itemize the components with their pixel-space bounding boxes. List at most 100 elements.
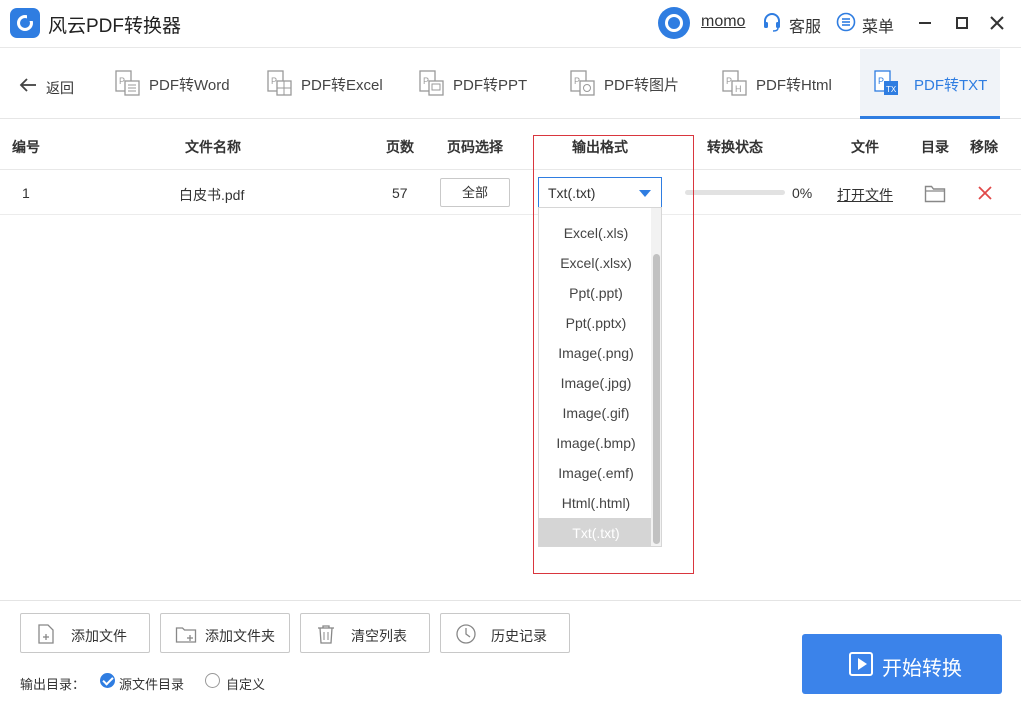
svg-text:H: H [735, 84, 742, 94]
history-button[interactable]: 历史记录 [440, 613, 570, 653]
conversion-nav: 返回 P PDF转Word P PDF转Excel P PDF转PPT P PD… [0, 49, 1021, 119]
pdf-to-image-icon: P [570, 70, 595, 96]
svg-text:P: P [271, 76, 277, 86]
radio-custom-directory[interactable] [205, 673, 220, 688]
dropdown-option[interactable]: Image(.gif) [539, 398, 653, 428]
minimize-icon[interactable] [914, 12, 936, 34]
tab-pdf-to-excel[interactable]: P PDF转Excel [267, 49, 392, 119]
tab-label: PDF转图片 [604, 77, 680, 94]
pdf-to-excel-icon: P [267, 70, 292, 96]
app-logo-icon [10, 8, 40, 38]
column-header-page-range: 页码选择 [447, 139, 503, 155]
play-icon [849, 652, 873, 676]
maximize-icon[interactable] [951, 12, 973, 34]
back-label: 返回 [46, 80, 74, 96]
start-conversion-button[interactable]: 开始转换 [802, 634, 1002, 694]
tab-pdf-to-html[interactable]: P H PDF转Html [722, 49, 842, 119]
column-header-filename: 文件名称 [185, 139, 241, 155]
tab-label: PDF转Html [756, 77, 832, 94]
dropdown-option[interactable]: Image(.emf) [539, 458, 653, 488]
row-pages: 57 [392, 185, 408, 201]
format-dropdown-list[interactable]: ····· Excel(.xls) Excel(.xlsx) Ppt(.ppt)… [538, 207, 662, 547]
pdf-to-word-icon: P [115, 70, 140, 96]
remove-icon[interactable] [976, 184, 994, 202]
close-icon[interactable] [986, 12, 1008, 34]
table-row: 1 白皮书.pdf 57 全部 Txt(.txt) 0% 打开文件 [0, 171, 1021, 215]
tab-label: PDF转TXT [914, 77, 988, 94]
add-folder-icon [175, 627, 197, 643]
tab-pdf-to-ppt[interactable]: P PDF转PPT [419, 49, 539, 119]
folder-icon[interactable] [924, 183, 946, 203]
trash-icon [318, 625, 334, 644]
menu-button[interactable]: 菜单 [862, 13, 894, 37]
file-table-header: 编号 文件名称 页数 页码选择 输出格式 转换状态 文件 目录 移除 [0, 120, 1021, 170]
page-range-button[interactable]: 全部 [440, 178, 510, 207]
progress-percent: 0% [792, 185, 813, 201]
dropdown-option[interactable]: Ppt(.ppt) [539, 278, 653, 308]
column-header-pages: 页数 [386, 139, 414, 155]
tab-label: PDF转PPT [453, 77, 528, 94]
dropdown-option[interactable]: Excel(.xlsx) [539, 248, 653, 278]
dropdown-scrollbar[interactable] [651, 208, 661, 546]
dropdown-scroll-thumb[interactable] [653, 254, 660, 544]
dropdown-option-selected[interactable]: Txt(.txt) [539, 518, 653, 546]
user-name-link[interactable]: momo [701, 13, 745, 31]
app-title: 风云PDF转换器 [48, 16, 182, 37]
dropdown-option-partial-text: ····· [585, 208, 607, 211]
dropdown-option[interactable]: Html(.html) [539, 488, 653, 518]
service-button[interactable]: 客服 [789, 13, 821, 37]
tab-label: PDF转Word [149, 77, 230, 94]
clock-icon [456, 624, 476, 644]
column-header-status: 转换状态 [707, 139, 763, 155]
dropdown-option[interactable]: Ppt(.pptx) [539, 308, 653, 338]
caret-down-icon [639, 190, 651, 197]
open-file-link[interactable]: 打开文件 [837, 185, 893, 205]
add-file-label: 添加文件 [71, 628, 127, 644]
tab-pdf-to-word[interactable]: P PDF转Word [115, 49, 240, 119]
column-header-remove: 移除 [970, 139, 998, 155]
pdf-to-html-icon: P H [722, 70, 747, 96]
svg-text:P: P [878, 76, 884, 86]
pdf-to-txt-icon: P TX [874, 70, 898, 95]
headset-icon[interactable] [762, 12, 782, 32]
row-filename: 白皮书.pdf [179, 187, 245, 203]
column-header-directory: 目录 [921, 139, 949, 155]
user-avatar-icon[interactable] [658, 7, 690, 39]
radio-custom-directory-label[interactable]: 自定义 [226, 674, 265, 693]
add-file-icon [38, 624, 54, 644]
bottom-toolbar: 添加文件 添加文件夹 清空列表 历史记录 输出目录： 源文件目录 自定义 开始转… [0, 600, 1021, 717]
format-select-value: Txt(.txt) [548, 185, 596, 201]
row-index: 1 [22, 185, 30, 201]
clear-list-button[interactable]: 清空列表 [300, 613, 430, 653]
output-directory-label: 输出目录： [20, 677, 86, 692]
start-conversion-label: 开始转换 [882, 658, 962, 680]
tab-pdf-to-txt[interactable]: P TX PDF转TXT [860, 49, 1000, 119]
add-folder-button[interactable]: 添加文件夹 [160, 613, 290, 653]
history-label: 历史记录 [491, 628, 547, 644]
arrow-left-icon [19, 78, 36, 92]
column-header-format: 输出格式 [572, 139, 628, 155]
active-tab-indicator [860, 116, 1000, 119]
format-select[interactable]: Txt(.txt) [538, 177, 662, 208]
menu-icon[interactable] [836, 12, 856, 32]
tab-pdf-to-image[interactable]: P PDF转图片 [570, 49, 690, 119]
dropdown-option[interactable]: Image(.bmp) [539, 428, 653, 458]
dropdown-option[interactable]: Image(.png) [539, 338, 653, 368]
conversion-progress-bar [685, 190, 785, 195]
add-file-button[interactable]: 添加文件 [20, 613, 150, 653]
column-header-file: 文件 [851, 139, 879, 155]
add-folder-label: 添加文件夹 [205, 628, 275, 644]
tab-label: PDF转Excel [301, 77, 383, 94]
column-header-index: 编号 [12, 139, 40, 155]
title-bar: 风云PDF转换器 momo 客服 菜单 [0, 0, 1021, 48]
svg-text:P: P [726, 76, 732, 86]
clear-list-label: 清空列表 [351, 628, 407, 644]
svg-text:P: P [574, 76, 580, 86]
dropdown-option[interactable]: Excel(.xls) [539, 218, 653, 248]
radio-source-directory[interactable] [100, 673, 115, 688]
dropdown-option[interactable]: Image(.jpg) [539, 368, 653, 398]
svg-text:P: P [119, 76, 125, 86]
svg-text:TX: TX [886, 85, 897, 94]
radio-source-directory-label[interactable]: 源文件目录 [119, 674, 184, 693]
pdf-to-ppt-icon: P [419, 70, 444, 96]
